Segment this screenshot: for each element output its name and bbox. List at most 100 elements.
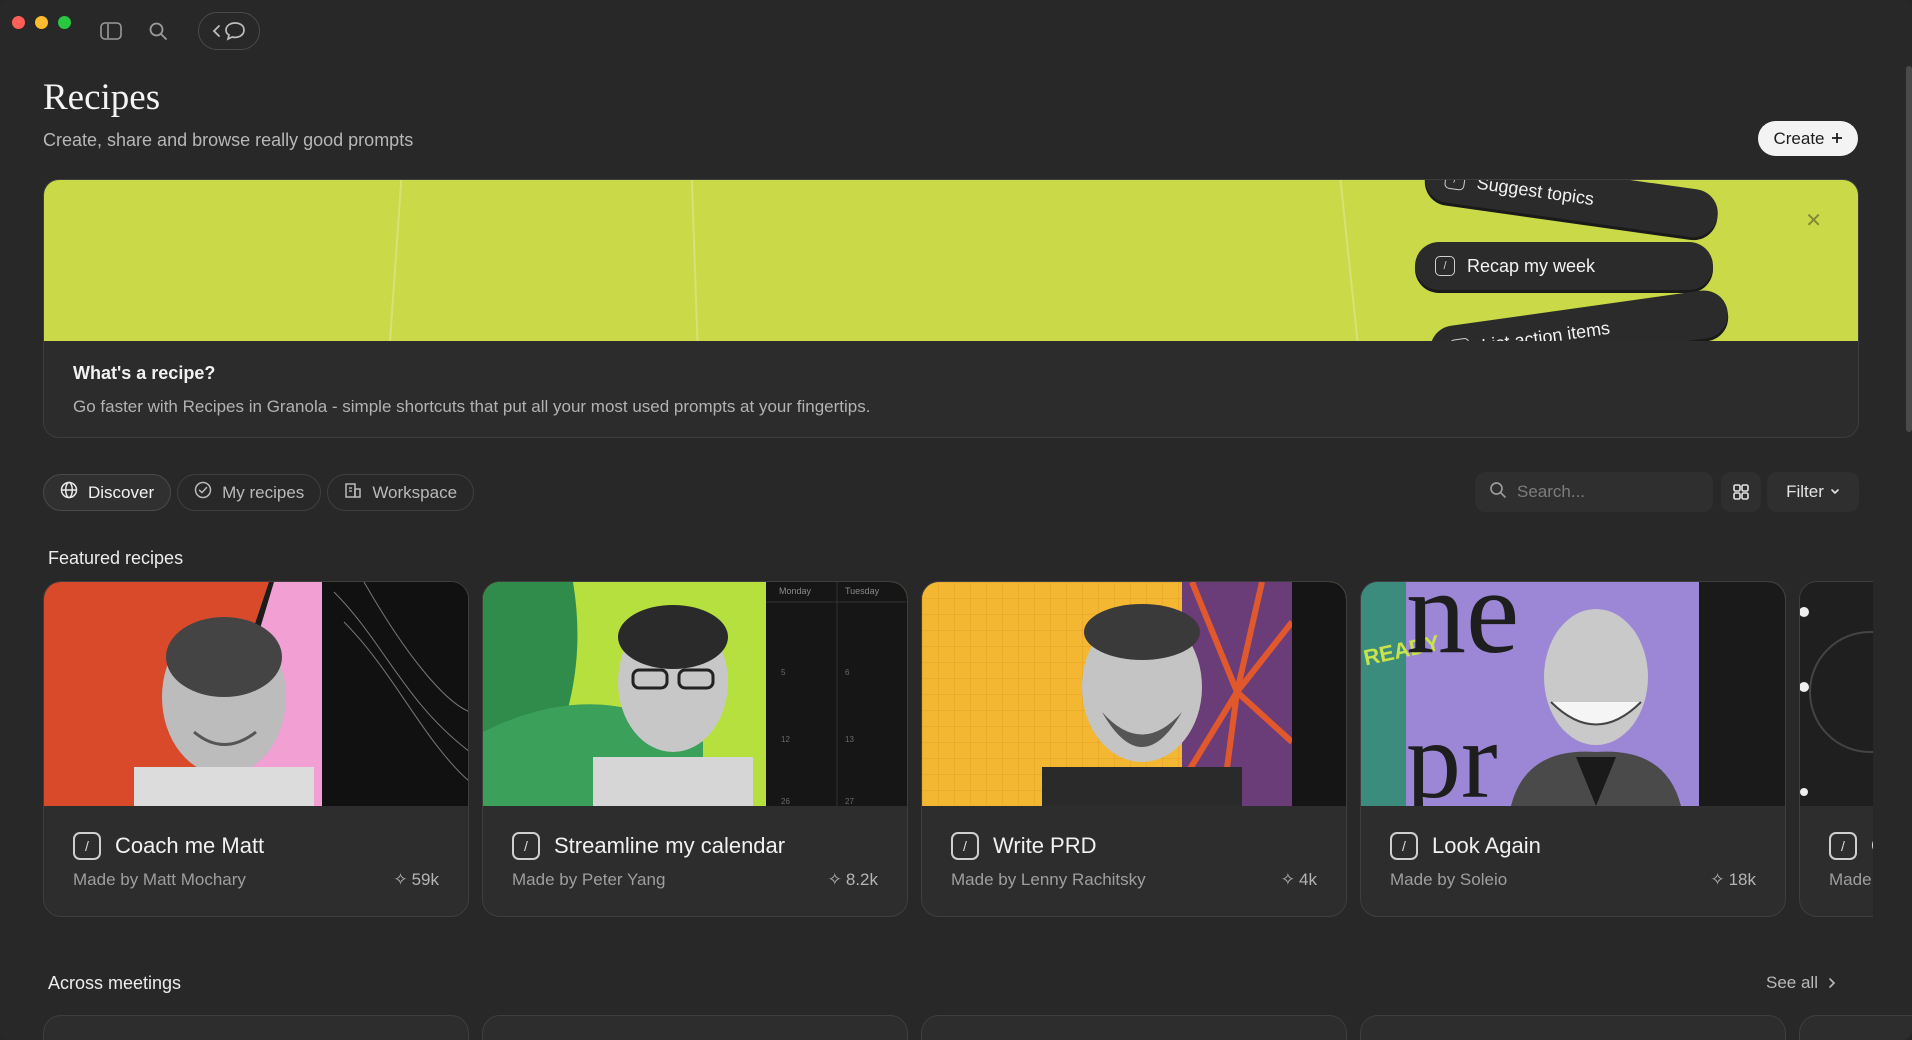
chat-bubble-icon (225, 22, 245, 41)
tab-label: Discover (88, 482, 155, 502)
recipe-tabs: Discover My recipes Workspace (43, 474, 475, 511)
calendar-date-label: 27 (845, 797, 854, 806)
recipe-card[interactable]: Monday Tuesday 5 6 12 13 26 27 / Streaml… (482, 581, 908, 917)
calendar-date-label: 13 (845, 735, 854, 744)
search-icon[interactable] (145, 18, 171, 44)
recipe-title: Look Again (1432, 833, 1541, 858)
chat-toggle-button[interactable] (198, 12, 260, 50)
filter-label: Filter (1786, 482, 1824, 501)
create-button[interactable]: Create (1758, 121, 1858, 156)
plus-icon (1831, 129, 1843, 149)
banner-description: Go faster with Recipes in Granola - simp… (73, 397, 871, 416)
banner-pill: / List action items (1427, 287, 1731, 341)
recipe-uses: ✧ 59k (393, 870, 439, 889)
recipe-card-body: / Write PRD Made by Lenny Rachitsky ✧ 4k (922, 806, 1346, 916)
recipes-intro-banner: / Suggest topics / Recap my week / List … (43, 179, 1859, 438)
slash-icon: / (512, 832, 540, 860)
recipe-uses: ✧ 4k (1280, 870, 1317, 889)
recipe-card-body: / Look Again Made by Soleio ✧ 18k (1361, 806, 1785, 916)
zoom-window-button[interactable] (58, 16, 71, 29)
sidebar-toggle-icon[interactable] (98, 18, 124, 44)
recipe-card[interactable]: / Write PRD Made by Lenny Rachitsky ✧ 4k (921, 581, 1347, 917)
banner-pill: / Recap my week (1415, 242, 1713, 290)
recipe-card-body: / Coach me Matt Made by Matt Mochary ✧ 59… (44, 806, 468, 916)
building-icon (344, 481, 362, 504)
grid-view-button[interactable] (1721, 472, 1761, 512)
tab-discover[interactable]: Discover (43, 474, 172, 511)
recipe-card[interactable] (921, 1015, 1347, 1040)
app-window: Recipes Create, share and browse really … (0, 0, 1912, 1040)
chevron-left-icon (212, 25, 220, 37)
featured-section-title: Featured recipes (48, 548, 184, 568)
featured-recipes-carousel: / Coach me Matt Made by Matt Mochary ✧ 59… (43, 581, 1873, 918)
grid-icon (1733, 484, 1749, 500)
sparkle-icon: ✧ (1280, 870, 1296, 889)
see-all-link[interactable]: See all (1766, 973, 1836, 993)
banner-heading: What's a recipe? (73, 363, 216, 383)
minimize-window-button[interactable] (35, 16, 48, 29)
search-icon (1489, 481, 1507, 504)
chevron-down-icon (1831, 489, 1839, 495)
recipe-card[interactable] (1799, 1015, 1912, 1040)
recipe-card-image (1800, 582, 1873, 806)
recipe-author: Made by Peter Yang (512, 870, 666, 889)
recipe-card-body: / C Made (1800, 806, 1873, 916)
slash-icon: / (1435, 256, 1455, 276)
titlebar (0, 0, 1912, 60)
recipe-card[interactable] (1360, 1015, 1786, 1040)
recipe-title: Write PRD (993, 833, 1097, 858)
recipe-card-image (44, 582, 468, 806)
calendar-day-label: Tuesday (845, 586, 880, 596)
filter-button[interactable]: Filter (1767, 472, 1859, 512)
search-input[interactable] (1517, 482, 1697, 502)
close-icon[interactable]: ✕ (1805, 208, 1822, 233)
recipe-card-image: Monday Tuesday 5 6 12 13 26 27 (483, 582, 907, 806)
across-meetings-title: Across meetings (48, 973, 182, 993)
recipe-card[interactable] (43, 1015, 469, 1040)
recipe-card-body: / Streamline my calendar Made by Peter Y… (483, 806, 907, 916)
recipe-card-image: READY ne pr (1361, 582, 1785, 806)
banner-texture (690, 180, 700, 341)
create-button-label: Create (1773, 128, 1825, 148)
art-text: pr (1406, 699, 1498, 806)
recipe-card-image (922, 582, 1346, 806)
close-window-button[interactable] (12, 16, 25, 29)
sparkle-icon: ✧ (393, 870, 408, 889)
search-field[interactable] (1475, 472, 1713, 512)
calendar-date-label: 6 (845, 668, 850, 677)
banner-texture (1337, 180, 1363, 341)
tab-my-recipes[interactable]: My recipes (177, 474, 322, 511)
recipe-author: Made by Lenny Rachitsky (951, 870, 1146, 889)
recipe-title: Coach me Matt (115, 833, 265, 858)
recipe-author: Made (1829, 870, 1872, 889)
tab-workspace[interactable]: Workspace (327, 474, 475, 511)
slash-icon: / (1443, 180, 1467, 191)
recipe-title: C (1871, 833, 1873, 859)
check-circle-icon (194, 481, 212, 504)
chevron-right-icon (1829, 978, 1836, 988)
recipe-uses: ✧ 8.2k (827, 870, 878, 889)
recipe-author: Made by Soleio (1390, 870, 1508, 889)
recipe-card[interactable]: / Coach me Matt Made by Matt Mochary ✧ 59… (43, 581, 469, 917)
banner-text: What's a recipe? Go faster with Recipes … (44, 341, 1858, 437)
calendar-day-label: Monday (779, 586, 812, 596)
recipe-card[interactable] (482, 1015, 908, 1040)
recipe-uses: ✧ 18k (1710, 870, 1756, 889)
globe-icon (60, 481, 78, 504)
art-text: ne (1406, 582, 1519, 678)
recipe-card[interactable]: / C Made (1799, 581, 1873, 917)
banner-texture (386, 180, 404, 341)
page-subtitle: Create, share and browse really good pro… (43, 130, 414, 150)
slash-icon: / (951, 832, 979, 860)
calendar-date-label: 5 (781, 668, 786, 677)
slash-icon: / (73, 832, 101, 860)
slash-icon: / (1829, 832, 1857, 860)
sparkle-icon: ✧ (827, 870, 842, 889)
recipe-card[interactable]: READY ne pr / Look Again Made by Soleio (1360, 581, 1786, 917)
page-title: Recipes (43, 77, 161, 118)
recipe-author: Made by Matt Mochary (73, 870, 246, 889)
banner-pill: / Suggest topics (1422, 180, 1721, 241)
calendar-date-label: 12 (781, 735, 790, 744)
see-all-label: See all (1766, 973, 1818, 992)
scrollbar[interactable] (1906, 66, 1912, 432)
